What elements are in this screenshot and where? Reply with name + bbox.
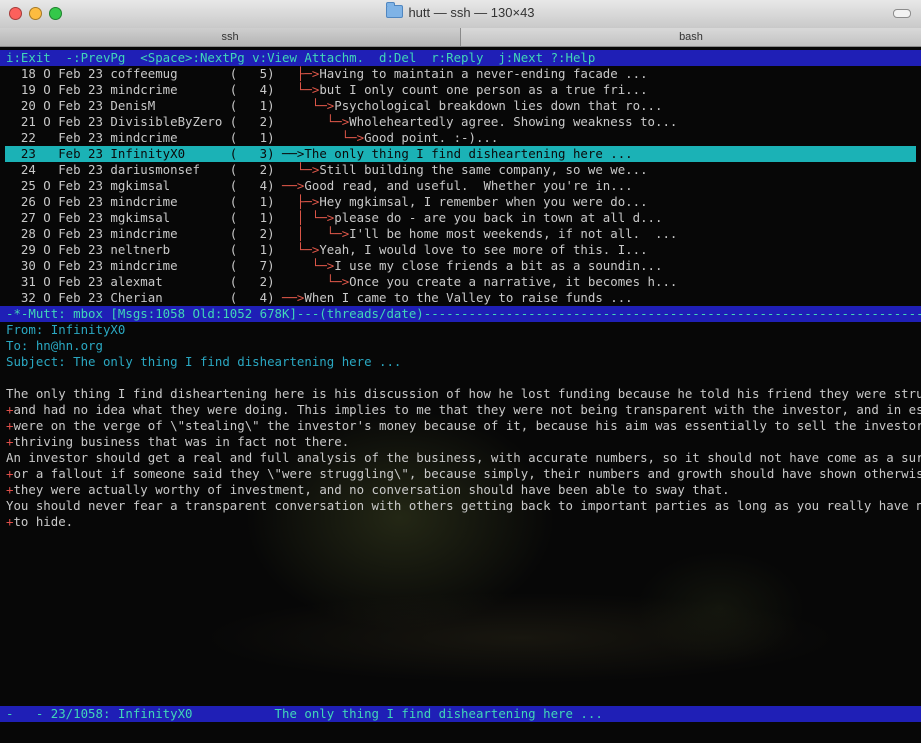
message-meta: 27 O Feb 23 mgkimsal ( 1) [6,210,283,225]
message-meta: 25 O Feb 23 mgkimsal ( 4) [6,178,283,193]
message-row[interactable]: 30 O Feb 23 mindcrime ( 7) └─>I use my c… [6,258,663,274]
thread-tree: │ └─> [282,226,350,241]
thread-tree: └─> [282,242,320,257]
message-row[interactable]: 32 O Feb 23 Cherian ( 4) ──>When I came … [6,290,633,306]
message-meta: 21 O Feb 23 DivisibleByZero ( 2) [6,114,283,129]
message-row[interactable]: 27 O Feb 23 mgkimsal ( 1) │ └─>please do… [6,210,663,226]
message-row[interactable]: 18 O Feb 23 coffeemug ( 5) ├─>Having to … [6,66,648,82]
thread-tree: ──> [282,290,305,305]
message-subject: When I came to the Valley to raise funds… [304,290,633,305]
message-subject: Hey mgkimsal, I remember when you were d… [319,194,648,209]
message-subject: Still building the same company, so we w… [319,162,648,177]
thread-tree: ├─> [282,194,320,209]
help-bar: i:Exit -:PrevPg <Space>:NextPg v:View At… [0,50,921,66]
message-subject: Having to maintain a never-ending facade… [319,66,648,81]
thread-tree: ──> [282,146,305,161]
thread-tree: └─> [282,114,350,129]
toolbar-toggle-button[interactable] [893,9,911,18]
header-line: From: InfinityX0 [6,322,126,337]
status-bar-text: -*-Mutt: mbox [Msgs:1058 Old:1052 678K]-… [6,306,921,321]
thread-tree: └─> [282,98,335,113]
message-row[interactable]: 19 O Feb 23 mindcrime ( 4) └─>but I only… [6,82,648,98]
thread-tree: └─> [282,130,365,145]
body-text: they were actually worthy of investment,… [13,482,730,497]
message-meta: 19 O Feb 23 mindcrime ( 4) [6,82,283,97]
status-bar: -*-Mutt: mbox [Msgs:1058 Old:1052 678K]-… [0,306,921,322]
body-text: An investor should get a real and full a… [6,450,921,465]
thread-tree: └─> [282,258,335,273]
message-meta: 20 O Feb 23 DenisM ( 1) [6,98,283,113]
body-line: +were on the verge of \"stealing\" the i… [6,418,921,434]
message-meta: 24 Feb 23 dariusmonsef ( 2) [6,162,283,177]
body-line: +they were actually worthy of investment… [6,482,730,498]
message-subject: please do - are you back in town at all … [334,210,663,225]
message-subject: Yeah, I would love to see more of this. … [319,242,648,257]
body-text: The only thing I find disheartening here… [6,386,921,401]
body-text: were on the verge of \"stealing\" the in… [13,418,921,433]
tab-bash[interactable]: bash [461,28,921,46]
message-row[interactable]: 20 O Feb 23 DenisM ( 1) └─>Psychological… [6,98,663,114]
message-meta: 18 O Feb 23 coffeemug ( 5) [6,66,283,81]
tab-ssh[interactable]: ssh [0,28,461,46]
thread-tree: ├─> [282,66,320,81]
pager-status-bar: - - 23/1058: InfinityX0 The only thing I… [0,706,921,722]
terminal-window: hutt — ssh — 130×43 ssh bash i:Exit -:Pr… [0,0,921,743]
body-line: +and had no idea what they were doing. T… [6,402,921,418]
body-line: You should never fear a transparent conv… [6,498,921,514]
selected-message-row[interactable]: 23 Feb 23 InfinityX0 ( 3) ──>The only th… [5,146,916,162]
body-text: You should never fear a transparent conv… [6,498,921,513]
terminal-screen[interactable]: i:Exit -:PrevPg <Space>:NextPg v:View At… [0,48,921,743]
body-text: thriving business that was in fact not t… [13,434,350,449]
header-line: To: hn@hn.org [6,338,103,353]
window-title-wrap: hutt — ssh — 130×43 [0,2,921,20]
message-row[interactable]: 24 Feb 23 dariusmonsef ( 2) └─>Still bui… [6,162,648,178]
body-text: or a fallout if someone said they \"were… [13,466,921,481]
title-bar[interactable]: hutt — ssh — 130×43 [0,0,921,29]
message-row[interactable]: 22 Feb 23 mindcrime ( 1) └─>Good point. … [6,130,498,146]
message-subject: Good read, and useful. Whether you're in… [304,178,633,193]
message-meta: 22 Feb 23 mindcrime ( 1) [6,130,283,145]
thread-tree: └─> [282,82,320,97]
body-text: and had no idea what they were doing. Th… [13,402,921,417]
tab-bar: ssh bash [0,28,921,47]
message-subject: I'll be home most weekends, if not all. … [349,226,678,241]
message-meta: 23 Feb 23 InfinityX0 ( 3) [6,146,283,161]
message-subject: but I only count one person as a true fr… [319,82,648,97]
thread-tree: └─> [282,274,350,289]
body-line: +thriving business that was in fact not … [6,434,349,450]
message-row[interactable]: 26 O Feb 23 mindcrime ( 1) ├─>Hey mgkims… [6,194,648,210]
message-subject: The only thing I find disheartening here… [304,146,633,161]
message-subject: Wholeheartedly agree. Showing weakness t… [349,114,678,129]
message-meta: 26 O Feb 23 mindcrime ( 1) [6,194,283,209]
body-line: The only thing I find disheartening here… [6,386,921,402]
help-bar-text: i:Exit -:PrevPg <Space>:NextPg v:View At… [6,50,596,65]
message-meta: 31 O Feb 23 alexmat ( 2) [6,274,283,289]
body-line: An investor should get a real and full a… [6,450,921,466]
body-text: to hide. [13,514,74,529]
message-row[interactable]: 21 O Feb 23 DivisibleByZero ( 2) └─>Whol… [6,114,677,130]
thread-tree: └─> [282,162,320,177]
message-row[interactable]: 23 Feb 23 InfinityX0 ( 3) ──>The only th… [6,146,633,162]
message-meta: 32 O Feb 23 Cherian ( 4) [6,290,283,305]
message-subject: Good point. :-)... [364,130,499,145]
message-row[interactable]: 28 O Feb 23 mindcrime ( 2) │ └─>I'll be … [6,226,677,242]
folder-icon [386,2,404,18]
message-row[interactable]: 29 O Feb 23 neltnerb ( 1) └─>Yeah, I wou… [6,242,648,258]
message-meta: 29 O Feb 23 neltnerb ( 1) [6,242,283,257]
message-subject: Psychological breakdown lies down that r… [334,98,663,113]
message-subject: Once you create a narrative, it becomes … [349,274,678,289]
message-row[interactable]: 31 O Feb 23 alexmat ( 2) └─>Once you cre… [6,274,677,290]
message-meta: 30 O Feb 23 mindcrime ( 7) [6,258,283,273]
body-line: +to hide. [6,514,73,530]
message-row[interactable]: 25 O Feb 23 mgkimsal ( 4) ──>Good read, … [6,178,633,194]
header-line: Subject: The only thing I find dishearte… [6,354,402,369]
window-title: hutt — ssh — 130×43 [408,5,535,20]
message-subject: I use my close friends a bit as a soundi… [334,258,663,273]
thread-tree: ──> [282,178,305,193]
pager-status-text: - - 23/1058: InfinityX0 The only thing I… [6,706,921,721]
body-line: +or a fallout if someone said they \"wer… [6,466,921,482]
message-meta: 28 O Feb 23 mindcrime ( 2) [6,226,283,241]
thread-tree: │ └─> [282,210,335,225]
